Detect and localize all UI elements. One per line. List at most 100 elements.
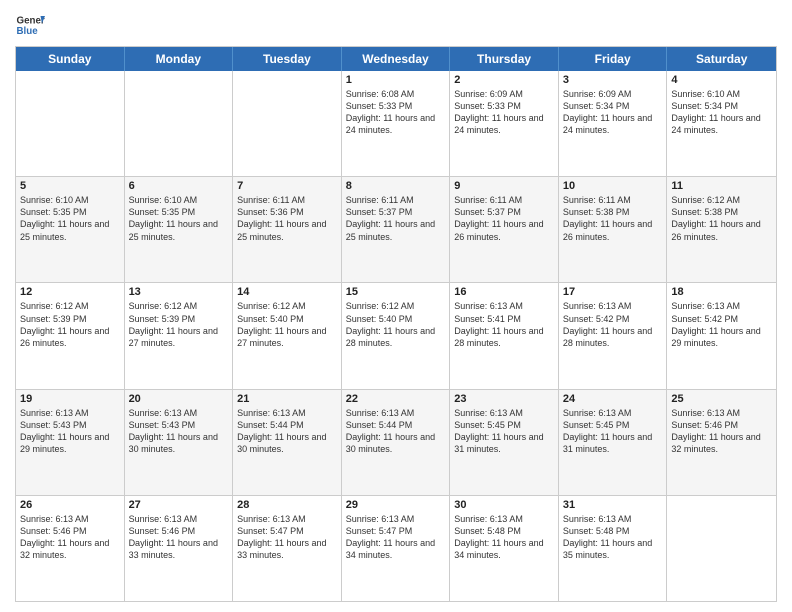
calendar-cell: 7 Sunrise: 6:11 AM Sunset: 5:36 PM Daylig…: [233, 177, 342, 282]
calendar-cell: 10 Sunrise: 6:11 AM Sunset: 5:38 PM Dayli…: [559, 177, 668, 282]
day-info: Sunrise: 6:11 AM Sunset: 5:37 PM Dayligh…: [454, 194, 554, 243]
day-info: Sunrise: 6:12 AM Sunset: 5:39 PM Dayligh…: [129, 300, 229, 349]
calendar-cell: 22 Sunrise: 6:13 AM Sunset: 5:44 PM Dayli…: [342, 390, 451, 495]
day-number: 15: [346, 286, 446, 298]
logo: General Blue: [15, 10, 45, 40]
day-info: Sunrise: 6:09 AM Sunset: 5:33 PM Dayligh…: [454, 88, 554, 137]
calendar-cell: 6 Sunrise: 6:10 AM Sunset: 5:35 PM Daylig…: [125, 177, 234, 282]
calendar-row-4: 26 Sunrise: 6:13 AM Sunset: 5:46 PM Dayli…: [16, 495, 776, 601]
day-number: 8: [346, 180, 446, 192]
calendar-cell: 31Sunrise: 6:13 AM Sunset: 5:48 PM Dayli…: [559, 496, 668, 601]
day-number: 29: [346, 499, 446, 511]
day-number: 21: [237, 393, 337, 405]
header-day-friday: Friday: [559, 47, 668, 71]
calendar-cell: 23 Sunrise: 6:13 AM Sunset: 5:45 PM Dayli…: [450, 390, 559, 495]
day-info: Sunrise: 6:13 AM Sunset: 5:43 PM Dayligh…: [20, 407, 120, 456]
calendar-row-1: 5Sunrise: 6:10 AM Sunset: 5:35 PM Daylig…: [16, 176, 776, 282]
day-number: 26: [20, 499, 120, 511]
page: General Blue SundayMondayTuesdayWednesda…: [0, 0, 792, 612]
day-number: 1: [346, 74, 446, 86]
calendar-cell: 12 Sunrise: 6:12 AM Sunset: 5:39 PM Dayli…: [16, 283, 125, 388]
day-number: 16: [454, 286, 554, 298]
day-info: Sunrise: 6:10 AM Sunset: 5:34 PM Dayligh…: [671, 88, 772, 137]
day-number: 24: [563, 393, 663, 405]
calendar-cell: 25 Sunrise: 6:13 AM Sunset: 5:46 PM Dayli…: [667, 390, 776, 495]
calendar-row-2: 12 Sunrise: 6:12 AM Sunset: 5:39 PM Dayli…: [16, 282, 776, 388]
header-day-wednesday: Wednesday: [342, 47, 451, 71]
day-number: 28: [237, 499, 337, 511]
day-number: 23: [454, 393, 554, 405]
day-number: 3: [563, 74, 663, 86]
calendar-cell: 20Sunrise: 6:13 AM Sunset: 5:43 PM Dayli…: [125, 390, 234, 495]
calendar-cell: 11 Sunrise: 6:12 AM Sunset: 5:38 PM Dayli…: [667, 177, 776, 282]
calendar-cell: 8 Sunrise: 6:11 AM Sunset: 5:37 PM Daylig…: [342, 177, 451, 282]
header-day-sunday: Sunday: [16, 47, 125, 71]
calendar-cell: 1 Sunrise: 6:08 AM Sunset: 5:33 PM Daylig…: [342, 71, 451, 176]
calendar-cell: 29 Sunrise: 6:13 AM Sunset: 5:47 PM Dayli…: [342, 496, 451, 601]
calendar-cell: 5Sunrise: 6:10 AM Sunset: 5:35 PM Daylig…: [16, 177, 125, 282]
calendar-cell: 24Sunrise: 6:13 AM Sunset: 5:45 PM Dayli…: [559, 390, 668, 495]
day-info: Sunrise: 6:13 AM Sunset: 5:42 PM Dayligh…: [671, 300, 772, 349]
calendar-cell: 18 Sunrise: 6:13 AM Sunset: 5:42 PM Dayli…: [667, 283, 776, 388]
day-number: 19: [20, 393, 120, 405]
day-number: 11: [671, 180, 772, 192]
day-info: Sunrise: 6:12 AM Sunset: 5:40 PM Dayligh…: [237, 300, 337, 349]
calendar-cell: 16 Sunrise: 6:13 AM Sunset: 5:41 PM Dayli…: [450, 283, 559, 388]
day-info: Sunrise: 6:13 AM Sunset: 5:44 PM Dayligh…: [237, 407, 337, 456]
calendar-cell: [667, 496, 776, 601]
day-number: 25: [671, 393, 772, 405]
day-info: Sunrise: 6:13 AM Sunset: 5:47 PM Dayligh…: [237, 513, 337, 562]
header-day-monday: Monday: [125, 47, 234, 71]
calendar-cell: 15 Sunrise: 6:12 AM Sunset: 5:40 PM Dayli…: [342, 283, 451, 388]
day-number: 18: [671, 286, 772, 298]
day-number: 27: [129, 499, 229, 511]
calendar-cell: 4Sunrise: 6:10 AM Sunset: 5:34 PM Daylig…: [667, 71, 776, 176]
day-info: Sunrise: 6:13 AM Sunset: 5:45 PM Dayligh…: [454, 407, 554, 456]
logo-icon: General Blue: [15, 10, 45, 40]
day-number: 7: [237, 180, 337, 192]
day-info: Sunrise: 6:13 AM Sunset: 5:46 PM Dayligh…: [671, 407, 772, 456]
calendar-cell: 9 Sunrise: 6:11 AM Sunset: 5:37 PM Daylig…: [450, 177, 559, 282]
calendar-body: 1 Sunrise: 6:08 AM Sunset: 5:33 PM Daylig…: [16, 71, 776, 601]
day-info: Sunrise: 6:11 AM Sunset: 5:36 PM Dayligh…: [237, 194, 337, 243]
calendar-cell: [233, 71, 342, 176]
calendar-cell: 27 Sunrise: 6:13 AM Sunset: 5:46 PM Dayli…: [125, 496, 234, 601]
day-number: 6: [129, 180, 229, 192]
header-day-thursday: Thursday: [450, 47, 559, 71]
day-number: 22: [346, 393, 446, 405]
calendar-row-3: 19 Sunrise: 6:13 AM Sunset: 5:43 PM Dayli…: [16, 389, 776, 495]
day-info: Sunrise: 6:12 AM Sunset: 5:39 PM Dayligh…: [20, 300, 120, 349]
calendar: SundayMondayTuesdayWednesdayThursdayFrid…: [15, 46, 777, 602]
calendar-cell: 14 Sunrise: 6:12 AM Sunset: 5:40 PM Dayli…: [233, 283, 342, 388]
day-info: Sunrise: 6:13 AM Sunset: 5:48 PM Dayligh…: [563, 513, 663, 562]
day-number: 17: [563, 286, 663, 298]
day-info: Sunrise: 6:10 AM Sunset: 5:35 PM Dayligh…: [20, 194, 120, 243]
day-info: Sunrise: 6:13 AM Sunset: 5:46 PM Dayligh…: [129, 513, 229, 562]
day-info: Sunrise: 6:10 AM Sunset: 5:35 PM Dayligh…: [129, 194, 229, 243]
day-info: Sunrise: 6:13 AM Sunset: 5:47 PM Dayligh…: [346, 513, 446, 562]
day-info: Sunrise: 6:12 AM Sunset: 5:40 PM Dayligh…: [346, 300, 446, 349]
day-info: Sunrise: 6:11 AM Sunset: 5:37 PM Dayligh…: [346, 194, 446, 243]
day-number: 13: [129, 286, 229, 298]
day-info: Sunrise: 6:13 AM Sunset: 5:43 PM Dayligh…: [129, 407, 229, 456]
day-number: 2: [454, 74, 554, 86]
calendar-cell: 26Sunrise: 6:13 AM Sunset: 5:46 PM Dayli…: [16, 496, 125, 601]
day-info: Sunrise: 6:13 AM Sunset: 5:44 PM Dayligh…: [346, 407, 446, 456]
day-info: Sunrise: 6:08 AM Sunset: 5:33 PM Dayligh…: [346, 88, 446, 137]
day-info: Sunrise: 6:12 AM Sunset: 5:38 PM Dayligh…: [671, 194, 772, 243]
day-number: 10: [563, 180, 663, 192]
calendar-cell: 3 Sunrise: 6:09 AM Sunset: 5:34 PM Daylig…: [559, 71, 668, 176]
svg-text:Blue: Blue: [17, 26, 39, 37]
header-day-saturday: Saturday: [667, 47, 776, 71]
day-info: Sunrise: 6:09 AM Sunset: 5:34 PM Dayligh…: [563, 88, 663, 137]
header: General Blue: [15, 10, 777, 40]
day-info: Sunrise: 6:13 AM Sunset: 5:41 PM Dayligh…: [454, 300, 554, 349]
svg-text:General: General: [17, 16, 46, 27]
day-info: Sunrise: 6:11 AM Sunset: 5:38 PM Dayligh…: [563, 194, 663, 243]
day-number: 9: [454, 180, 554, 192]
calendar-row-0: 1 Sunrise: 6:08 AM Sunset: 5:33 PM Daylig…: [16, 71, 776, 176]
day-number: 12: [20, 286, 120, 298]
day-number: 14: [237, 286, 337, 298]
calendar-cell: 2 Sunrise: 6:09 AM Sunset: 5:33 PM Daylig…: [450, 71, 559, 176]
calendar-header: SundayMondayTuesdayWednesdayThursdayFrid…: [16, 47, 776, 71]
